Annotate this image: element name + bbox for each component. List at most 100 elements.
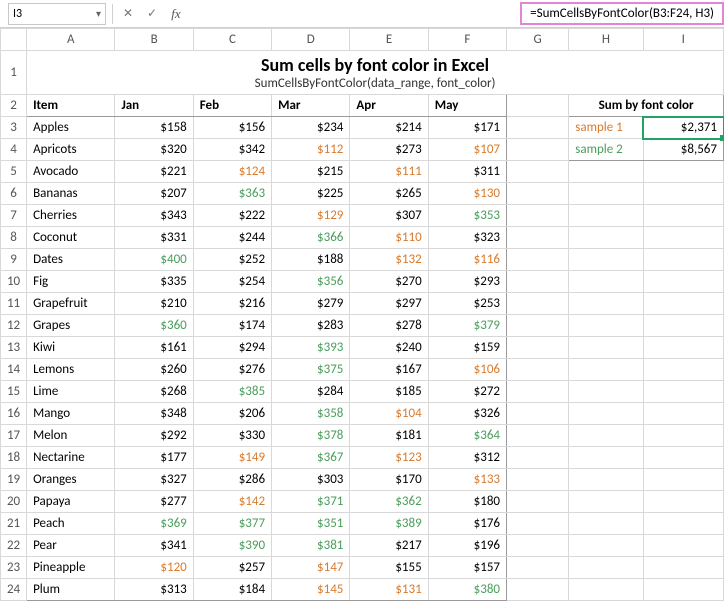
cell[interactable]: $240 xyxy=(350,337,428,359)
row-head-16[interactable]: 16 xyxy=(1,403,27,425)
cell[interactable]: $216 xyxy=(193,293,271,315)
cell[interactable]: $104 xyxy=(350,403,428,425)
cell[interactable]: $341 xyxy=(115,535,193,557)
cell[interactable] xyxy=(569,337,643,359)
cell[interactable]: $268 xyxy=(115,381,193,403)
col-head-D[interactable]: D xyxy=(272,29,350,51)
cell[interactable]: $210 xyxy=(115,293,193,315)
cell[interactable]: $343 xyxy=(115,205,193,227)
row-head-18[interactable]: 18 xyxy=(1,447,27,469)
cell[interactable]: $129 xyxy=(272,205,350,227)
cell[interactable] xyxy=(507,381,569,403)
cell[interactable]: $215 xyxy=(272,161,350,183)
col-head-G[interactable]: G xyxy=(507,29,569,51)
cell[interactable]: Nectarine xyxy=(27,447,115,469)
col-head-A[interactable]: A xyxy=(27,29,115,51)
cell[interactable]: $292 xyxy=(115,425,193,447)
cell[interactable] xyxy=(643,579,723,601)
row-head-7[interactable]: 7 xyxy=(1,205,27,227)
cell[interactable]: $174 xyxy=(193,315,271,337)
cell[interactable]: $311 xyxy=(428,161,506,183)
cell[interactable]: $234 xyxy=(272,117,350,139)
cell[interactable]: Pear xyxy=(27,535,115,557)
cell[interactable]: Plum xyxy=(27,579,115,601)
row-head-23[interactable]: 23 xyxy=(1,557,27,579)
cell[interactable] xyxy=(569,205,643,227)
cell[interactable]: Feb xyxy=(193,95,271,117)
cell[interactable] xyxy=(569,579,643,601)
cell[interactable]: $303 xyxy=(272,469,350,491)
cell[interactable]: $2,371 xyxy=(643,117,723,139)
cell[interactable]: $331 xyxy=(115,227,193,249)
cell[interactable] xyxy=(643,249,723,271)
cell[interactable]: $385 xyxy=(193,381,271,403)
row-head-4[interactable]: 4 xyxy=(1,139,27,161)
cell[interactable]: $181 xyxy=(350,425,428,447)
cell[interactable]: $367 xyxy=(272,447,350,469)
cell[interactable] xyxy=(507,359,569,381)
cell[interactable] xyxy=(569,183,643,205)
cell[interactable] xyxy=(643,557,723,579)
cell[interactable]: $225 xyxy=(272,183,350,205)
cell[interactable] xyxy=(507,447,569,469)
row-head-17[interactable]: 17 xyxy=(1,425,27,447)
cell[interactable]: $176 xyxy=(428,513,506,535)
cell[interactable]: $171 xyxy=(428,117,506,139)
cell[interactable] xyxy=(643,315,723,337)
cell[interactable]: $283 xyxy=(272,315,350,337)
row-head-15[interactable]: 15 xyxy=(1,381,27,403)
cell[interactable]: $389 xyxy=(350,513,428,535)
cell[interactable] xyxy=(569,249,643,271)
cell[interactable]: $157 xyxy=(428,557,506,579)
cell[interactable]: $369 xyxy=(115,513,193,535)
cell[interactable]: Lime xyxy=(27,381,115,403)
cell[interactable]: $254 xyxy=(193,271,271,293)
cell[interactable] xyxy=(569,425,643,447)
cell[interactable]: Papaya xyxy=(27,491,115,513)
cell[interactable]: $130 xyxy=(428,183,506,205)
cell[interactable]: $342 xyxy=(193,139,271,161)
cell[interactable]: Apples xyxy=(27,117,115,139)
cell[interactable]: Bananas xyxy=(27,183,115,205)
name-box[interactable]: I3 ▾ xyxy=(8,3,106,25)
cell[interactable]: $358 xyxy=(272,403,350,425)
cell[interactable]: $207 xyxy=(115,183,193,205)
cell[interactable]: Apr xyxy=(350,95,428,117)
cell[interactable] xyxy=(569,227,643,249)
cell[interactable] xyxy=(643,447,723,469)
sum-header-cell[interactable]: Sum by font color xyxy=(569,95,724,117)
cell[interactable] xyxy=(643,337,723,359)
cell[interactable]: $133 xyxy=(428,469,506,491)
title-cell[interactable]: Sum cells by font color in ExcelSumCells… xyxy=(27,51,724,95)
cell[interactable] xyxy=(507,425,569,447)
cell[interactable]: Kiwi xyxy=(27,337,115,359)
row-head-13[interactable]: 13 xyxy=(1,337,27,359)
cell[interactable]: $260 xyxy=(115,359,193,381)
cell[interactable]: $400 xyxy=(115,249,193,271)
cell[interactable]: Avocado xyxy=(27,161,115,183)
cell[interactable]: $188 xyxy=(272,249,350,271)
cell[interactable]: $380 xyxy=(428,579,506,601)
cell[interactable]: $110 xyxy=(350,227,428,249)
cell[interactable]: sample 2 xyxy=(569,139,643,161)
cell[interactable]: $273 xyxy=(350,139,428,161)
cell[interactable]: $177 xyxy=(115,447,193,469)
cell[interactable] xyxy=(507,161,569,183)
cell[interactable]: $206 xyxy=(193,403,271,425)
cell[interactable]: $375 xyxy=(272,359,350,381)
row-head-10[interactable]: 10 xyxy=(1,271,27,293)
col-head-I[interactable]: I xyxy=(643,29,723,51)
cell[interactable]: $221 xyxy=(115,161,193,183)
row-head-24[interactable]: 24 xyxy=(1,579,27,601)
cell[interactable] xyxy=(569,535,643,557)
cell[interactable] xyxy=(507,139,569,161)
cell[interactable]: $217 xyxy=(350,535,428,557)
cell[interactable]: $270 xyxy=(350,271,428,293)
cell[interactable]: May xyxy=(428,95,506,117)
cell[interactable] xyxy=(643,293,723,315)
col-head-E[interactable]: E xyxy=(350,29,428,51)
cell[interactable]: $294 xyxy=(193,337,271,359)
cell[interactable]: $185 xyxy=(350,381,428,403)
cell[interactable]: $167 xyxy=(350,359,428,381)
formula-input[interactable]: =SumCellsByFontColor(B3:F24, H3) xyxy=(193,0,724,27)
